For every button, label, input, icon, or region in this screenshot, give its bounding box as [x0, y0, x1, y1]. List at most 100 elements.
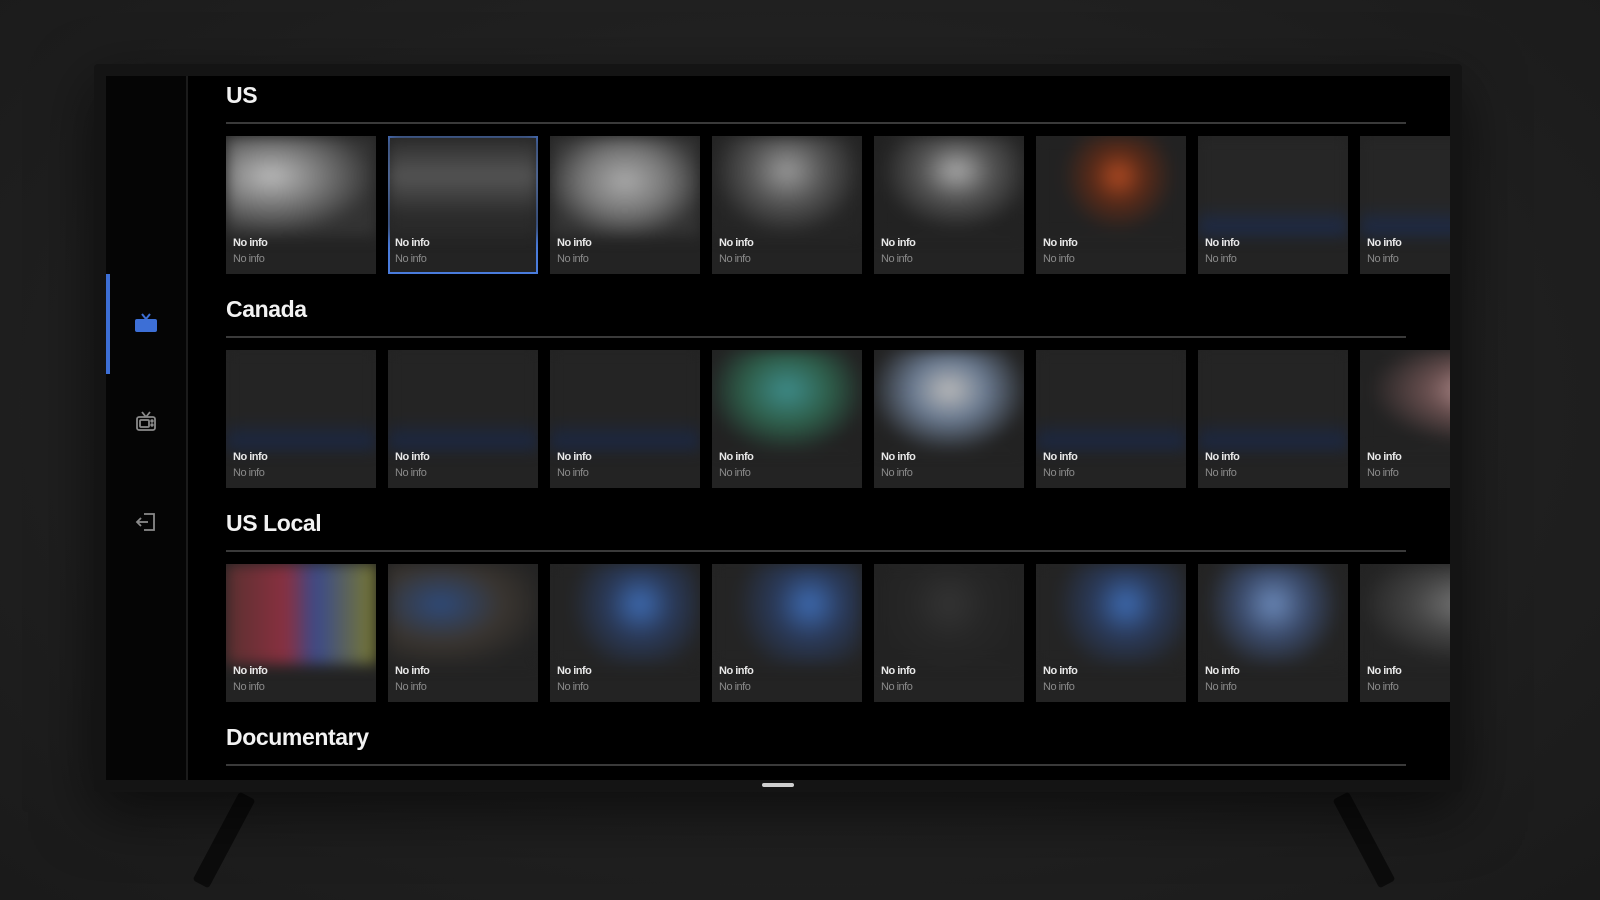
channel-card[interactable]: No info No info	[550, 350, 700, 488]
card-subtitle: No info	[1043, 467, 1075, 479]
channel-thumbnail	[1360, 564, 1450, 664]
channel-thumbnail	[712, 564, 862, 664]
card-title: No info	[719, 451, 754, 463]
card-subtitle: No info	[557, 467, 589, 479]
card-subtitle: No info	[719, 681, 751, 693]
section-divider	[226, 550, 1406, 552]
channel-card[interactable]: No info No info	[1360, 350, 1450, 488]
channel-card[interactable]: No info No info	[1198, 350, 1348, 488]
channel-card-selected[interactable]: No info No info	[388, 136, 538, 274]
channel-card[interactable]: No info No info	[874, 564, 1024, 702]
section-title: Documentary	[226, 724, 369, 750]
tv-frame: US No info No info No info No info No in…	[94, 64, 1462, 792]
channel-thumbnail	[1360, 350, 1450, 450]
card-subtitle: No info	[1367, 467, 1399, 479]
channel-card[interactable]: No info No info	[874, 350, 1024, 488]
tv-brand-logo	[762, 783, 794, 787]
card-subtitle: No info	[719, 253, 751, 265]
card-subtitle: No info	[395, 253, 427, 265]
sidebar-item-live-tv[interactable]	[126, 304, 166, 344]
channel-card[interactable]: No info No info	[388, 350, 538, 488]
card-subtitle: No info	[1205, 681, 1237, 693]
card-subtitle: No info	[1043, 253, 1075, 265]
card-title: No info	[719, 665, 754, 677]
channel-card[interactable]: No info No info	[1036, 350, 1186, 488]
card-title: No info	[881, 665, 916, 677]
card-title: No info	[1205, 665, 1240, 677]
section-title: US	[226, 82, 258, 108]
channel-card[interactable]: No info No info	[1198, 564, 1348, 702]
channel-content: US No info No info No info No info No in…	[226, 76, 1450, 780]
channel-card[interactable]: No info No info	[1360, 564, 1450, 702]
channel-thumbnail	[388, 564, 538, 664]
card-subtitle: No info	[557, 253, 589, 265]
card-subtitle: No info	[1367, 253, 1399, 265]
card-title: No info	[1043, 665, 1078, 677]
channel-thumbnail	[1036, 350, 1186, 450]
card-subtitle: No info	[881, 253, 913, 265]
tv-stand-left	[192, 791, 256, 889]
card-title: No info	[557, 451, 592, 463]
channel-card[interactable]: No info No info	[550, 564, 700, 702]
section-divider	[226, 764, 1406, 766]
section-divider	[226, 122, 1406, 124]
channel-card[interactable]: No info No info	[1360, 136, 1450, 274]
card-title: No info	[1043, 237, 1078, 249]
channel-row: No info No info No info No info No info …	[226, 134, 1450, 276]
card-title: No info	[1205, 451, 1240, 463]
channel-card[interactable]: No info No info	[388, 564, 538, 702]
channel-thumbnail	[1198, 564, 1348, 664]
card-title: No info	[1205, 237, 1240, 249]
card-subtitle: No info	[233, 253, 265, 265]
sidebar-item-logout[interactable]	[126, 502, 166, 542]
retro-tv-icon	[136, 411, 156, 431]
tv-icon	[135, 313, 157, 332]
channel-card[interactable]: No info No info	[712, 350, 862, 488]
channel-thumbnail	[226, 350, 376, 450]
channel-card[interactable]: No info No info	[550, 136, 700, 274]
card-subtitle: No info	[719, 467, 751, 479]
channel-thumbnail	[712, 350, 862, 450]
card-subtitle: No info	[1367, 681, 1399, 693]
card-subtitle: No info	[881, 467, 913, 479]
sidebar-item-guide[interactable]	[126, 402, 166, 442]
channel-card[interactable]: No info No info	[874, 136, 1024, 274]
card-title: No info	[233, 665, 268, 677]
channel-thumbnail	[874, 564, 1024, 664]
channel-card[interactable]: No info No info	[1036, 564, 1186, 702]
channel-card[interactable]: No info No info	[226, 564, 376, 702]
card-title: No info	[1043, 451, 1078, 463]
channel-thumbnail	[712, 136, 862, 236]
channel-card[interactable]: No info No info	[712, 564, 862, 702]
card-title: No info	[557, 237, 592, 249]
channel-row: No info No info No info No info No info …	[226, 562, 1450, 704]
channel-thumbnail	[550, 350, 700, 450]
channel-thumbnail	[1036, 564, 1186, 664]
channel-thumbnail	[388, 136, 538, 236]
card-title: No info	[1367, 665, 1402, 677]
channel-thumbnail	[874, 350, 1024, 450]
sidebar	[106, 76, 188, 780]
card-title: No info	[1367, 237, 1402, 249]
channel-card[interactable]: No info No info	[1036, 136, 1186, 274]
channel-card[interactable]: No info No info	[712, 136, 862, 274]
card-title: No info	[881, 237, 916, 249]
card-title: No info	[557, 665, 592, 677]
channel-card[interactable]: No info No info	[226, 350, 376, 488]
channel-card[interactable]: No info No info	[226, 136, 376, 274]
card-subtitle: No info	[1043, 681, 1075, 693]
channel-thumbnail	[226, 564, 376, 664]
card-title: No info	[395, 237, 430, 249]
card-title: No info	[233, 237, 268, 249]
card-subtitle: No info	[233, 681, 265, 693]
section-title: Canada	[226, 296, 307, 322]
channel-thumbnail	[550, 564, 700, 664]
channel-card[interactable]: No info No info	[1198, 136, 1348, 274]
section-divider	[226, 336, 1406, 338]
card-subtitle: No info	[395, 467, 427, 479]
card-subtitle: No info	[1205, 253, 1237, 265]
card-subtitle: No info	[557, 681, 589, 693]
channel-thumbnail	[1198, 350, 1348, 450]
card-title: No info	[881, 451, 916, 463]
card-title: No info	[1367, 451, 1402, 463]
